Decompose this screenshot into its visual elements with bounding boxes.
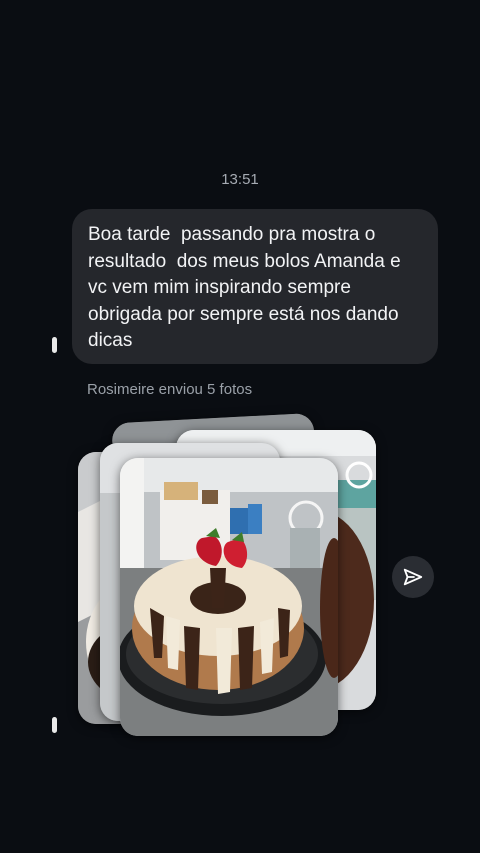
photo-thumbnail-front[interactable]: [120, 458, 338, 736]
send-paper-plane-icon: [403, 568, 423, 586]
photos-sent-note: Rosimeire enviou 5 fotos: [87, 381, 253, 398]
left-edge-marker: [52, 337, 57, 353]
message-text: Boa tarde passando pra mostra o resultad…: [88, 224, 406, 351]
message-bubble[interactable]: Boa tarde passando pra mostra o resultad…: [72, 209, 438, 364]
left-edge-marker: [52, 717, 57, 733]
message-timestamp: 13:51: [221, 171, 259, 188]
share-button[interactable]: [392, 556, 434, 598]
